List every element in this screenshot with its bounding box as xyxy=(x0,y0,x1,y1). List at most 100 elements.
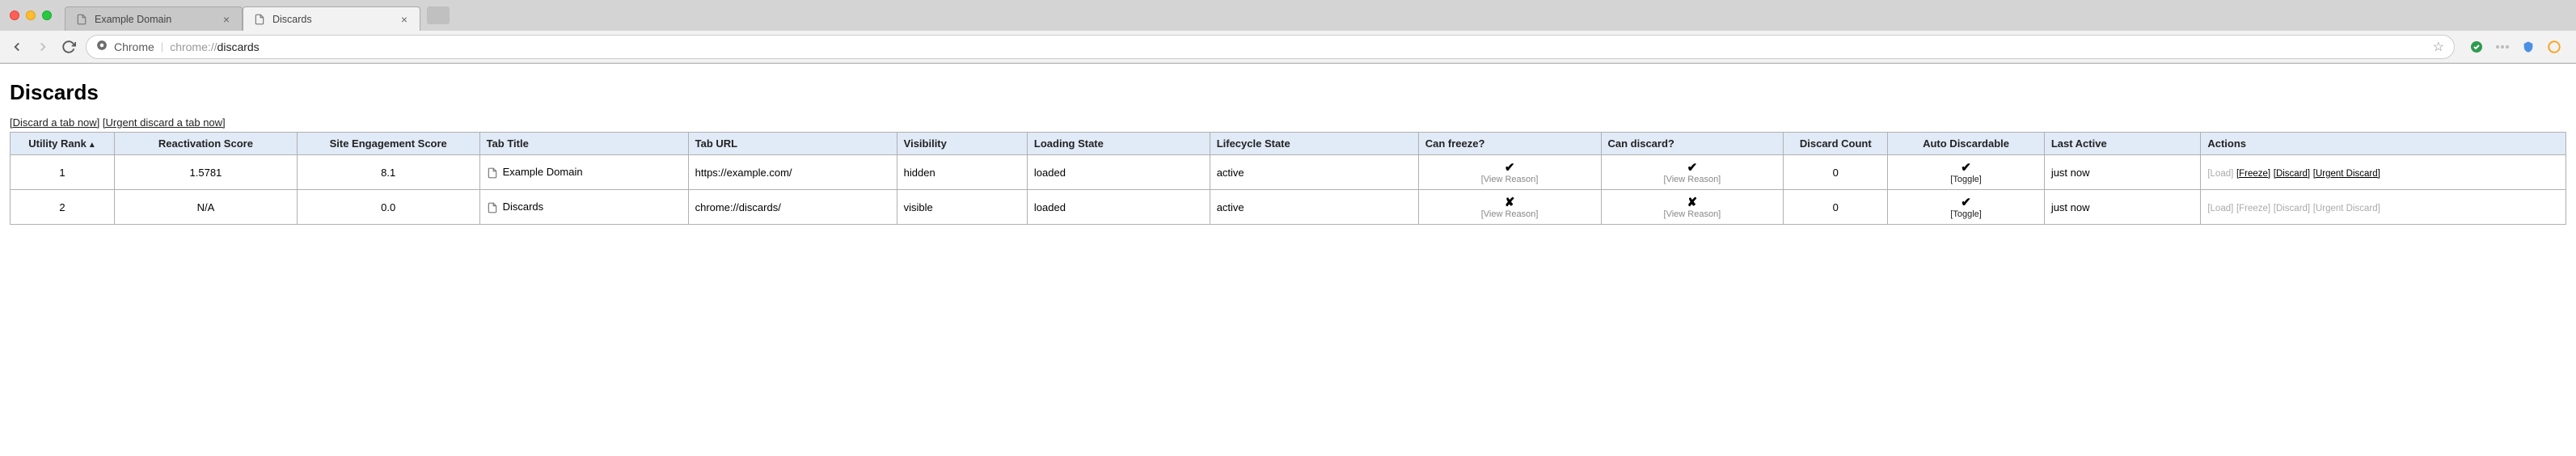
url-host: chrome:// xyxy=(170,40,217,53)
cell-discard-count: 0 xyxy=(1784,155,1888,190)
col-utility-rank[interactable]: Utility Rank▲ xyxy=(11,133,115,155)
reload-button[interactable] xyxy=(60,38,78,56)
forward-button[interactable] xyxy=(34,38,52,56)
toolbar: Chrome | chrome://discards ☆ xyxy=(0,31,2576,63)
col-label: Utility Rank xyxy=(28,137,87,150)
cell-tab-url: https://example.com/ xyxy=(688,155,897,190)
cell-discard-count: 0 xyxy=(1784,190,1888,225)
view-reason-link[interactable]: [View Reason] xyxy=(1425,209,1594,219)
urgent-discard-tab-now-link[interactable]: [Urgent discard a tab now] xyxy=(103,116,226,129)
col-auto-discardable[interactable]: Auto Discardable xyxy=(1888,133,2045,155)
cell-auto-discardable: ✔[Toggle] xyxy=(1888,155,2045,190)
titlebar: Example Domain × Discards × xyxy=(0,0,2576,31)
cell-loading-state: loaded xyxy=(1027,155,1210,190)
back-button[interactable] xyxy=(8,38,26,56)
extension-icon[interactable] xyxy=(2521,40,2536,54)
discard-action[interactable]: [Discard] xyxy=(2274,169,2310,179)
view-reason-link[interactable]: [View Reason] xyxy=(1608,209,1777,219)
view-reason-link[interactable]: [View Reason] xyxy=(1608,175,1777,184)
page-content: Discards [Discard a tab now] [Urgent dis… xyxy=(0,64,2576,234)
top-actions: [Discard a tab now] [Urgent discard a ta… xyxy=(10,116,2566,129)
tab-label: Discards xyxy=(272,14,312,25)
table-row: 11.57818.1 Example Domain https://example.… xyxy=(11,155,2566,190)
cell-lifecycle-state: active xyxy=(1210,190,1418,225)
cell-reactivation: N/A xyxy=(115,190,298,225)
cell-engagement: 0.0 xyxy=(297,190,479,225)
document-icon xyxy=(253,13,266,26)
cell-reactivation: 1.5781 xyxy=(115,155,298,190)
url-divider: | xyxy=(161,40,163,53)
load-action: [Load] xyxy=(2207,169,2233,179)
col-visibility[interactable]: Visibility xyxy=(897,133,1027,155)
close-icon[interactable]: × xyxy=(399,14,410,25)
cell-rank: 2 xyxy=(11,190,115,225)
document-icon xyxy=(487,166,503,178)
window-minimize-button[interactable] xyxy=(26,11,36,20)
col-actions[interactable]: Actions xyxy=(2201,133,2566,155)
tab-discards[interactable]: Discards × xyxy=(243,6,420,31)
discard-action: [Discard] xyxy=(2274,204,2310,213)
discards-table: Utility Rank▲ Reactivation Score Site En… xyxy=(10,132,2566,225)
discard-tab-now-link[interactable]: [Discard a tab now] xyxy=(10,116,99,129)
freeze-action[interactable]: [Freeze] xyxy=(2236,169,2270,179)
url-text: chrome://discards xyxy=(170,40,260,53)
check-icon: ✔ xyxy=(1894,160,2038,175)
col-can-discard[interactable]: Can discard? xyxy=(1601,133,1784,155)
tab-title-text: Example Domain xyxy=(503,166,583,178)
toggle-link[interactable]: [Toggle] xyxy=(1894,209,2038,219)
chrome-badge-icon xyxy=(96,40,108,53)
table-header-row: Utility Rank▲ Reactivation Score Site En… xyxy=(11,133,2566,155)
view-reason-link[interactable]: [View Reason] xyxy=(1425,175,1594,184)
cell-actions: [Load] [Freeze] [Discard] [Urgent Discar… xyxy=(2201,155,2566,190)
check-icon: ✔ xyxy=(1425,160,1594,175)
document-icon xyxy=(75,13,88,26)
cell-can-freeze: ✘[View Reason] xyxy=(1418,190,1601,225)
address-bar[interactable]: Chrome | chrome://discards ☆ xyxy=(86,35,2455,59)
extension-icon[interactable] xyxy=(2495,40,2510,54)
window-maximize-button[interactable] xyxy=(42,11,52,20)
window-close-button[interactable] xyxy=(10,11,19,20)
cross-icon: ✘ xyxy=(1608,195,1777,209)
col-tab-url[interactable]: Tab URL xyxy=(688,133,897,155)
close-icon[interactable]: × xyxy=(221,14,232,25)
col-tab-title[interactable]: Tab Title xyxy=(479,133,688,155)
cell-can-discard: ✘[View Reason] xyxy=(1601,190,1784,225)
freeze-action: [Freeze] xyxy=(2236,204,2270,213)
cell-visibility: hidden xyxy=(897,155,1027,190)
tab-label: Example Domain xyxy=(95,14,171,25)
cell-auto-discardable: ✔[Toggle] xyxy=(1888,190,2045,225)
extension-icon[interactable] xyxy=(2469,40,2484,54)
urgent-discard-action[interactable]: [Urgent Discard] xyxy=(2313,169,2380,179)
extension-icon[interactable] xyxy=(2547,40,2561,54)
document-icon xyxy=(487,201,503,213)
cell-lifecycle-state: active xyxy=(1210,155,1418,190)
url-path: discards xyxy=(217,40,260,53)
cell-visibility: visible xyxy=(897,190,1027,225)
sort-asc-icon: ▲ xyxy=(88,141,96,150)
cell-engagement: 8.1 xyxy=(297,155,479,190)
check-icon: ✔ xyxy=(1894,195,2038,209)
bookmark-star-icon[interactable]: ☆ xyxy=(2433,39,2444,55)
col-can-freeze[interactable]: Can freeze? xyxy=(1418,133,1601,155)
new-tab-button[interactable] xyxy=(427,6,450,24)
col-loading-state[interactable]: Loading State xyxy=(1027,133,1210,155)
tab-example-domain[interactable]: Example Domain × xyxy=(65,6,243,31)
url-scheme-label: Chrome xyxy=(114,40,154,53)
table-row: 2N/A0.0Discardschrome://discards/visible… xyxy=(11,190,2566,225)
cell-loading-state: loaded xyxy=(1027,190,1210,225)
cell-rank: 1 xyxy=(11,155,115,190)
cell-last-active: just now xyxy=(2044,155,2201,190)
tab-title-text: Discards xyxy=(503,201,544,213)
extension-icons xyxy=(2463,40,2568,54)
col-last-active[interactable]: Last Active xyxy=(2044,133,2201,155)
page-title: Discards xyxy=(10,80,2566,105)
col-site-engagement-score[interactable]: Site Engagement Score xyxy=(297,133,479,155)
cell-tab-title: Discards xyxy=(479,190,688,225)
toggle-link[interactable]: [Toggle] xyxy=(1894,175,2038,184)
cell-tab-title: Example Domain xyxy=(479,155,688,190)
window-controls xyxy=(10,11,52,20)
col-lifecycle-state[interactable]: Lifecycle State xyxy=(1210,133,1418,155)
col-discard-count[interactable]: Discard Count xyxy=(1784,133,1888,155)
col-reactivation-score[interactable]: Reactivation Score xyxy=(115,133,298,155)
cell-last-active: just now xyxy=(2044,190,2201,225)
